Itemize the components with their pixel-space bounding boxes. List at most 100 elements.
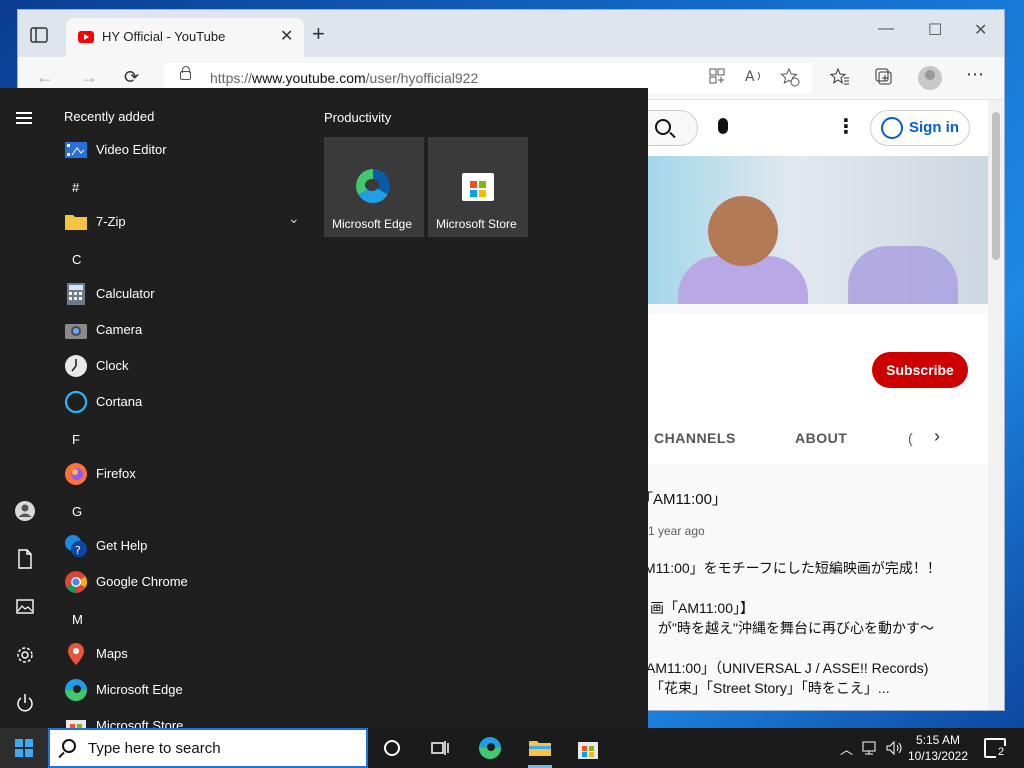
close-tab-icon[interactable]: ✕ [280, 26, 293, 46]
favorites-icon[interactable] [830, 67, 850, 87]
settings-gear-icon[interactable] [14, 644, 36, 666]
microphone-icon[interactable] [718, 118, 728, 134]
system-clock[interactable]: 5:15 AM 10/13/2022 [900, 732, 976, 764]
power-icon[interactable] [14, 692, 36, 714]
clock-time: 5:15 AM [915, 733, 961, 747]
app-list: Recently added Video Editor # 7-Zip ⌄ C … [50, 88, 310, 728]
refresh-button[interactable]: ⟳ [124, 67, 139, 88]
search-placeholder: Type here to search [88, 740, 221, 757]
file-explorer-icon[interactable] [528, 736, 552, 760]
app-7zip[interactable]: 7-Zip ⌄ [62, 204, 302, 240]
calculator-icon [67, 283, 85, 305]
svg-text:?: ? [75, 544, 81, 557]
start-menu: Recently added Video Editor # 7-Zip ⌄ C … [0, 88, 648, 728]
scrollbar-thumb[interactable] [992, 112, 1000, 260]
app-available-icon[interactable] [708, 67, 726, 85]
app-get-help[interactable]: ? Get Help [62, 528, 302, 564]
user-account-icon[interactable] [14, 500, 36, 522]
page-scrollbar[interactable] [988, 100, 1004, 710]
video-editor-icon [65, 142, 87, 158]
app-firefox[interactable]: Firefox [62, 456, 302, 492]
store-icon [462, 173, 494, 201]
description-line: M11:00」をモチーフにした短編映画が完成！！ [644, 560, 941, 576]
account-icon [881, 117, 903, 139]
app-microsoft-store[interactable]: Microsoft Store [62, 708, 302, 728]
description-line: 「花束」「Street Story」「時をこえ」... [650, 680, 890, 696]
maps-icon [68, 643, 84, 665]
app-maps[interactable]: Maps [62, 636, 302, 672]
group-letter[interactable]: F [72, 432, 80, 447]
youtube-favicon-icon [78, 31, 94, 43]
search-icon [62, 739, 76, 753]
maximize-button[interactable]: ☐ [928, 20, 942, 40]
tab-about[interactable]: ABOUT [795, 430, 847, 446]
video-title[interactable]: 「AM11:00」 [638, 488, 727, 509]
description-line: が"時を越え"沖縄を舞台に再び心を動かす～ [658, 620, 934, 636]
group-letter[interactable]: M [72, 612, 83, 627]
group-letter[interactable]: # [72, 180, 79, 195]
edge-icon [65, 679, 87, 701]
back-button[interactable]: ← [36, 67, 54, 88]
add-favorite-icon[interactable] [780, 67, 800, 87]
tab-channels[interactable]: CHANNELS [654, 430, 736, 446]
svg-text:A: A [745, 69, 755, 85]
app-clock[interactable]: Clock [62, 348, 302, 384]
clock-date: 10/13/2022 [907, 749, 969, 763]
video-age: 1 year ago [648, 524, 705, 538]
chevron-up-icon[interactable]: ︿ [840, 739, 853, 758]
banner-person-blurred [848, 246, 958, 304]
group-letter[interactable]: C [72, 252, 81, 267]
group-letter[interactable]: G [72, 504, 82, 519]
cortana-icon[interactable] [380, 736, 404, 760]
app-microsoft-edge[interactable]: Microsoft Edge [62, 672, 302, 708]
forward-button[interactable]: → [80, 67, 98, 88]
app-video-editor[interactable]: Video Editor [62, 132, 302, 168]
start-button[interactable] [0, 728, 48, 768]
collections-icon[interactable] [874, 67, 894, 87]
close-window-button[interactable]: ✕ [974, 20, 987, 40]
lock-icon[interactable] [180, 66, 191, 80]
documents-icon[interactable] [14, 548, 36, 570]
recently-added-heading: Recently added [64, 109, 155, 124]
camera-icon [65, 324, 87, 339]
tab-actions-icon[interactable] [28, 24, 50, 46]
notification-center-icon[interactable]: 2 [984, 738, 1007, 758]
chevron-right-icon[interactable]: › [934, 426, 940, 447]
cortana-icon [64, 390, 88, 414]
chrome-icon [65, 571, 87, 593]
tab-youtube[interactable]: HY Official - YouTube ✕ [66, 18, 304, 57]
chevron-down-icon[interactable]: ⌄ [288, 210, 300, 227]
more-options-icon[interactable]: ⋯ [966, 64, 984, 85]
store-taskbar-icon[interactable] [576, 736, 600, 760]
app-google-chrome[interactable]: Google Chrome [62, 564, 302, 600]
start-menu-rail [0, 88, 50, 728]
taskbar: Type here to search ︿ 5:15 AM 10/13/2022… [0, 728, 1024, 768]
new-tab-button[interactable]: + [312, 21, 325, 47]
app-camera[interactable]: Camera [62, 312, 302, 348]
read-aloud-icon[interactable]: A [744, 67, 764, 85]
taskbar-search-box[interactable]: Type here to search [48, 728, 368, 768]
app-cortana[interactable]: Cortana [62, 384, 302, 420]
app-calculator[interactable]: Calculator [62, 276, 302, 312]
pictures-icon[interactable] [14, 596, 36, 618]
clock-icon [65, 355, 87, 377]
subscribe-button[interactable]: Subscribe [872, 352, 968, 388]
tile-microsoft-store[interactable]: Microsoft Store [428, 137, 528, 237]
store-icon [66, 720, 86, 728]
url-text: https://www.youtube.com/user/hyofficial9… [210, 70, 479, 86]
title-bar: HY Official - YouTube ✕ + — ☐ ✕ [18, 10, 1004, 57]
productivity-heading: Productivity [324, 110, 392, 125]
tab-partial[interactable]: ( [908, 430, 913, 446]
network-icon[interactable] [860, 738, 880, 758]
tab-title: HY Official - YouTube [102, 29, 226, 44]
minimize-button[interactable]: — [878, 20, 894, 38]
notification-count: 2 [996, 746, 1007, 758]
settings-kebab-icon[interactable]: ⋮ [836, 114, 856, 139]
task-view-icon[interactable] [428, 736, 452, 760]
hamburger-menu-icon[interactable] [14, 108, 36, 130]
profile-avatar[interactable] [918, 66, 942, 90]
edge-icon [356, 169, 390, 203]
edge-taskbar-icon[interactable] [478, 736, 502, 760]
tile-microsoft-edge[interactable]: Microsoft Edge [324, 137, 424, 237]
sign-in-button[interactable]: Sign in [870, 110, 970, 146]
